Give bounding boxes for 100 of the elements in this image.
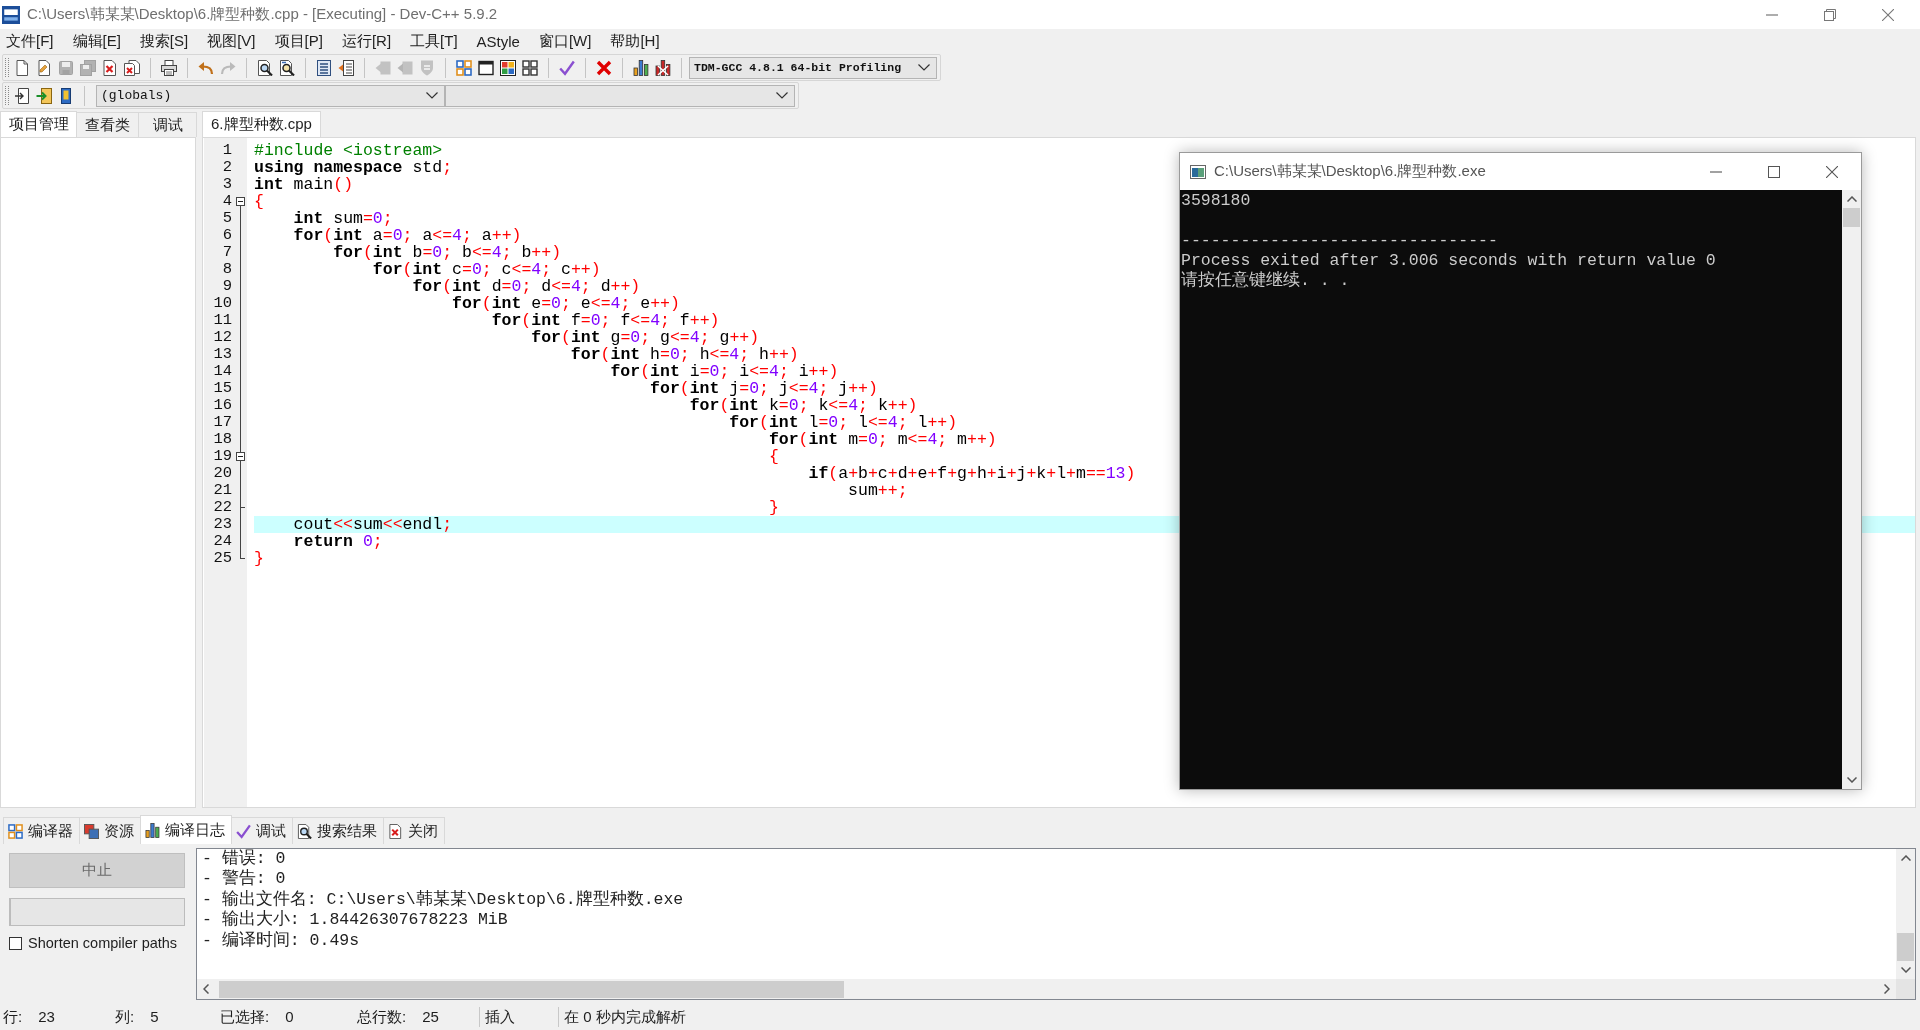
line-number: 7 (221, 244, 232, 261)
status-label: 总行数: (357, 1007, 407, 1027)
caret-icon (776, 92, 788, 99)
code-line: for(int h=0; h<=4; h++) (570, 346, 799, 363)
line-number: 4 (221, 193, 232, 210)
line-number: 20 (212, 465, 232, 482)
panel-tab[interactable]: 编译日志 (140, 815, 232, 844)
status-label: 已选择: (220, 1007, 270, 1027)
quad-tiles-icon[interactable] (500, 59, 516, 76)
collapse-icon[interactable] (236, 197, 245, 206)
panel-tab[interactable]: 调试 (138, 112, 197, 137)
code-line: #include <iostream> (254, 142, 443, 159)
check-icon[interactable] (559, 59, 575, 76)
menu-item[interactable]: 工具[T] (410, 31, 458, 51)
caret-up-icon[interactable] (1900, 855, 1911, 861)
tiles-icon[interactable] (456, 59, 472, 76)
line-number: 16 (212, 397, 232, 414)
menu-item[interactable]: 搜索[S] (139, 31, 189, 51)
panel-tab[interactable]: 编译器 (3, 817, 80, 844)
caret-down-icon[interactable] (1846, 777, 1857, 783)
bar-chart-icon[interactable] (633, 59, 649, 76)
console-text: 3598180 (1181, 191, 1252, 211)
indent-icon[interactable] (316, 59, 332, 76)
file-tab[interactable]: 6.牌型种数.cpp (202, 111, 321, 137)
search-icon[interactable] (257, 59, 273, 76)
line-number: 23 (212, 516, 232, 533)
menu-item[interactable]: AStyle (476, 32, 520, 50)
vertical-scrollbar[interactable] (1896, 849, 1915, 979)
code-line: for(int k=0; k<=4; k++) (689, 397, 918, 414)
stacked-squares-icon (84, 823, 99, 839)
menu-item[interactable]: 视图[V] (207, 31, 256, 51)
scrollbar-thumb[interactable] (1843, 208, 1860, 227)
menu-item[interactable]: 帮助[H] (610, 31, 660, 51)
code-line: for(int l=0; l<=4; l++) (729, 414, 958, 431)
caret-icon (426, 92, 438, 99)
bar-chart-icon (145, 822, 160, 838)
vertical-scrollbar[interactable] (1842, 190, 1861, 789)
checkbox[interactable] (9, 936, 22, 950)
code-line: for(int j=0; j<=4; j++) (650, 380, 878, 397)
log-line: - 错误: 0 (202, 849, 287, 869)
menu-item[interactable]: 项目[P] (274, 31, 323, 51)
panel-tab[interactable]: 关闭 (383, 817, 445, 844)
menu-item[interactable]: 编辑[E] (72, 31, 121, 51)
menu-item[interactable]: 运行[R] (341, 31, 392, 51)
print-icon[interactable] (161, 59, 177, 76)
grip-handle[interactable] (5, 86, 9, 105)
log-line: - 警告: 0 (202, 869, 287, 890)
menu-item[interactable]: 窗口[W] (538, 31, 592, 51)
panel-tab[interactable]: 项目管理 (0, 111, 78, 137)
window-icon[interactable] (478, 59, 494, 76)
bar-chart-cross-icon[interactable] (655, 59, 671, 76)
menu-item[interactable]: 文件[F] (6, 31, 54, 51)
horizontal-scrollbar[interactable] (197, 979, 1896, 999)
close-icon[interactable] (1882, 8, 1894, 21)
status-label: 行: (3, 1007, 23, 1027)
bookmark-icon[interactable] (58, 87, 74, 104)
close-file-icon[interactable] (102, 59, 118, 76)
minimize-icon[interactable] (1710, 170, 1722, 173)
code-line: } (768, 499, 779, 516)
close-file-icon (388, 823, 403, 839)
scrollbar-thumb[interactable] (1897, 933, 1914, 961)
code-line: int sum=0; (293, 210, 393, 227)
line-number: 25 (212, 550, 232, 567)
undo-icon[interactable] (198, 59, 214, 76)
scope-dropdown[interactable]: (globals) (96, 84, 445, 107)
scrollbar-corner (1896, 979, 1915, 999)
unindent-icon[interactable] (338, 59, 354, 76)
new-file-icon[interactable] (14, 59, 30, 76)
close-all-icon[interactable] (124, 59, 140, 76)
caret-left-icon[interactable] (203, 984, 209, 994)
code-line: for(int d=0; d<=4; d++) (412, 278, 641, 295)
line-number: 11 (212, 312, 232, 329)
open-file-icon[interactable] (36, 59, 52, 76)
caret-down-icon[interactable] (1900, 967, 1911, 973)
page-arrow-icon[interactable] (14, 87, 30, 104)
caret-right-icon[interactable] (1884, 984, 1890, 994)
code-line: { (768, 448, 779, 465)
cross-icon[interactable] (596, 59, 612, 76)
code-line: if(a+b+c+d+e+f+g+h+i+j+k+l+m==13) (808, 465, 1136, 482)
collapse-icon[interactable] (236, 452, 245, 461)
line-number: 14 (212, 363, 232, 380)
scrollbar-thumb[interactable] (219, 980, 844, 998)
replace-icon[interactable] (279, 59, 295, 76)
compiler-dropdown[interactable]: TDM-GCC 4.8.1 64-bit Profiling (689, 56, 937, 79)
line-number: 22 (212, 499, 232, 516)
line-number: 15 (212, 380, 232, 397)
status-label: 列: (115, 1007, 135, 1027)
line-number: 10 (212, 295, 232, 312)
maximize-icon[interactable] (1768, 165, 1780, 178)
line-number: 1 (221, 142, 232, 159)
code-line: sum++; (848, 482, 908, 499)
console-text: Process exited after 3.006 seconds with return value 0 (1181, 251, 1717, 271)
caret-up-icon[interactable] (1846, 196, 1857, 202)
grip-handle[interactable] (5, 58, 9, 77)
close-icon[interactable] (1826, 165, 1838, 178)
restore-icon[interactable] (1824, 8, 1836, 21)
grid-icon[interactable] (522, 59, 538, 76)
checkbox-label[interactable]: Shorten compiler paths (28, 935, 178, 951)
insert-icon[interactable] (36, 87, 52, 104)
status-value: 0 (285, 1007, 294, 1027)
